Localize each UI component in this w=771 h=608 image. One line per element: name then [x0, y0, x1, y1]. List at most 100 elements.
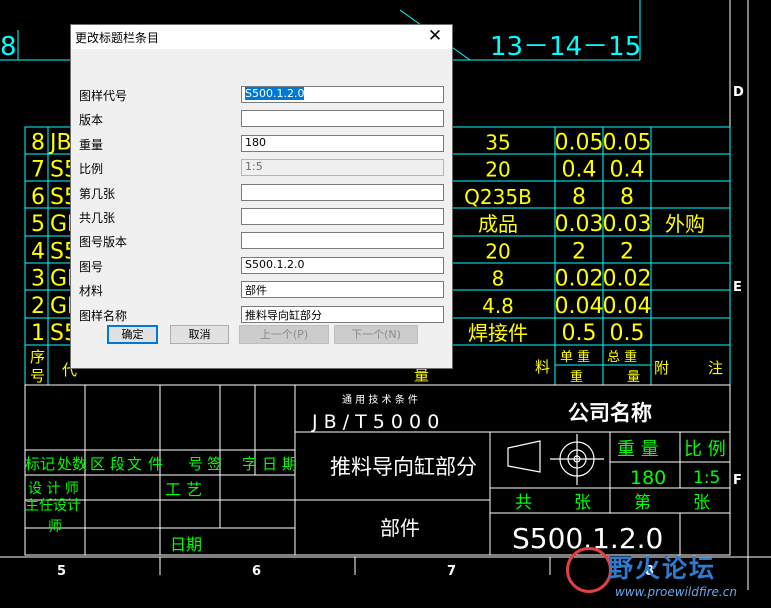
- dialog-titlebar[interactable]: 更改标题栏条目 ✕: [71, 25, 452, 49]
- bom-seq: 6: [31, 185, 45, 210]
- field-input[interactable]: [241, 232, 444, 249]
- top-left-fragment: 8: [0, 32, 17, 62]
- field-value: S500.1.2.0: [245, 87, 305, 100]
- bom-seq: 8: [31, 130, 45, 155]
- revision-header-cell: 文: [127, 455, 142, 473]
- company-name: 公司名称: [568, 401, 652, 425]
- bom-unit-weight: 0.02: [555, 267, 604, 292]
- cancel-button[interactable]: 取消: [170, 325, 229, 344]
- bom-unit-weight: 0.4: [562, 158, 597, 183]
- forum-watermark: 野火论坛 www.proewildfire.cn: [560, 545, 771, 608]
- total-sheets-b: 张: [574, 493, 591, 513]
- bom-total-weight: 0.02: [603, 267, 652, 292]
- header-total-weight-b: 量: [627, 370, 640, 385]
- date-label: 日期: [170, 535, 202, 554]
- column-number-7: 7: [447, 564, 456, 579]
- total-sheets-a: 共: [515, 493, 532, 513]
- bom-material: 20: [485, 239, 510, 263]
- bom-material: 成品: [478, 212, 518, 236]
- weight-value: 180: [630, 467, 666, 489]
- field-input[interactable]: 推料导向缸部分: [241, 306, 444, 323]
- bom-material: 焊接件: [468, 321, 528, 345]
- header-unit-weight-b: 重: [570, 369, 583, 385]
- header-material: 料: [535, 358, 550, 376]
- header-total-weight-a: 总 重: [607, 349, 637, 365]
- zone-letter-f: F: [733, 473, 742, 488]
- drawing-material: 部件: [380, 516, 420, 540]
- bom-total-weight: 0.05: [603, 130, 652, 155]
- revision-header-cell: 段: [110, 455, 125, 473]
- field-input[interactable]: S500.1.2.0: [241, 86, 444, 103]
- revision-header-cell: 日: [262, 455, 277, 473]
- dialog-title: 更改标题栏条目: [75, 31, 160, 45]
- revision-header-cell: 标记: [25, 455, 55, 473]
- bom-seq: 5: [31, 212, 45, 237]
- field-input[interactable]: [241, 184, 444, 201]
- field-input[interactable]: 1:5: [241, 159, 444, 176]
- zone-letter-d: D: [733, 85, 744, 100]
- revision-header-cell: 件: [148, 455, 163, 473]
- revision-header-cell: 签: [207, 455, 222, 473]
- field-input[interactable]: [241, 208, 444, 225]
- revision-header-cell: 期: [282, 455, 297, 473]
- watermark-text: 野火论坛: [608, 554, 717, 583]
- bom-material: 35: [485, 130, 510, 154]
- bom-material: 4.8: [482, 294, 514, 318]
- sheet-a: 第: [634, 493, 651, 513]
- bom-total-weight: 0.04: [603, 294, 652, 319]
- field-label: 材料: [79, 284, 104, 298]
- ok-button[interactable]: 确定: [107, 325, 158, 344]
- revision-header-cell: 区: [90, 455, 105, 473]
- bom-total-weight: 8: [620, 185, 634, 210]
- column-number-5: 5: [57, 564, 66, 579]
- revision-header-cell: 处数: [57, 455, 87, 473]
- bom-seq: 1: [31, 321, 45, 346]
- field-label: 比例: [79, 162, 104, 176]
- bom-seq: 2: [31, 294, 45, 319]
- field-input[interactable]: 180: [241, 135, 444, 152]
- header-seq-b: 号: [30, 367, 45, 385]
- header-unit-weight-a: 单 重: [560, 349, 590, 365]
- edit-title-block-dialog[interactable]: 更改标题栏条目 ✕ 图样代号 S500.1.2.0 版本 重量 180 比例 1:5 第几张共…: [70, 24, 453, 369]
- bom-unit-weight: 0.04: [555, 294, 604, 319]
- standard-code: J B / T 5 0 0 0: [311, 411, 439, 433]
- forum-logo-icon: [566, 547, 612, 593]
- previous-button[interactable]: 上一个(P): [239, 325, 329, 344]
- field-label: 图样名称: [79, 309, 128, 323]
- header-note-a: 附: [654, 359, 669, 377]
- projection-symbol: [507, 434, 604, 485]
- field-label: 重量: [79, 138, 104, 152]
- bom-seq: 7: [31, 158, 45, 183]
- header-seq-a: 序: [30, 348, 45, 366]
- next-button[interactable]: 下一个(N): [334, 325, 418, 344]
- bom-unit-weight: 0.03: [555, 212, 604, 237]
- field-value: 180: [245, 136, 266, 149]
- chief-designer-label: 主任设计: [25, 498, 81, 514]
- field-value: S500.1.2.0: [245, 258, 305, 271]
- field-input[interactable]: 部件: [241, 281, 444, 298]
- field-label: 图样代号: [79, 89, 128, 103]
- sheet-b: 张: [693, 493, 710, 513]
- field-label: 共几张: [79, 211, 116, 225]
- drawing-name: 推料导向缸部分: [330, 455, 477, 479]
- field-label: 图号: [79, 260, 104, 274]
- field-input[interactable]: S500.1.2.0: [241, 257, 444, 274]
- revision-header-cell: 字: [242, 455, 257, 473]
- tech-condition-label: 通 用 技 术 条 件: [342, 393, 418, 406]
- column-number-6: 6: [252, 564, 261, 579]
- bom-total-weight: 0.4: [610, 158, 645, 183]
- designer-label: 设 计 师: [28, 481, 79, 497]
- field-label: 版本: [79, 113, 104, 127]
- chief-designer-label-b: 师: [48, 519, 62, 535]
- bom-seq: 4: [31, 239, 45, 264]
- bom-note: 外购: [665, 212, 705, 236]
- watermark-url: www.proewildfire.cn: [615, 585, 737, 599]
- bom-total-weight: 0.03: [603, 212, 652, 237]
- close-icon[interactable]: ✕: [426, 27, 444, 45]
- revision-header-row: 标记 处数区段文件 号签 字日期: [25, 455, 297, 473]
- weight-label: 重 量: [617, 439, 659, 460]
- bom-unit-weight: 8: [572, 185, 586, 210]
- top-right-label: 13－14－15: [490, 32, 641, 62]
- field-input[interactable]: [241, 110, 444, 127]
- zone-letter-e: E: [733, 280, 742, 295]
